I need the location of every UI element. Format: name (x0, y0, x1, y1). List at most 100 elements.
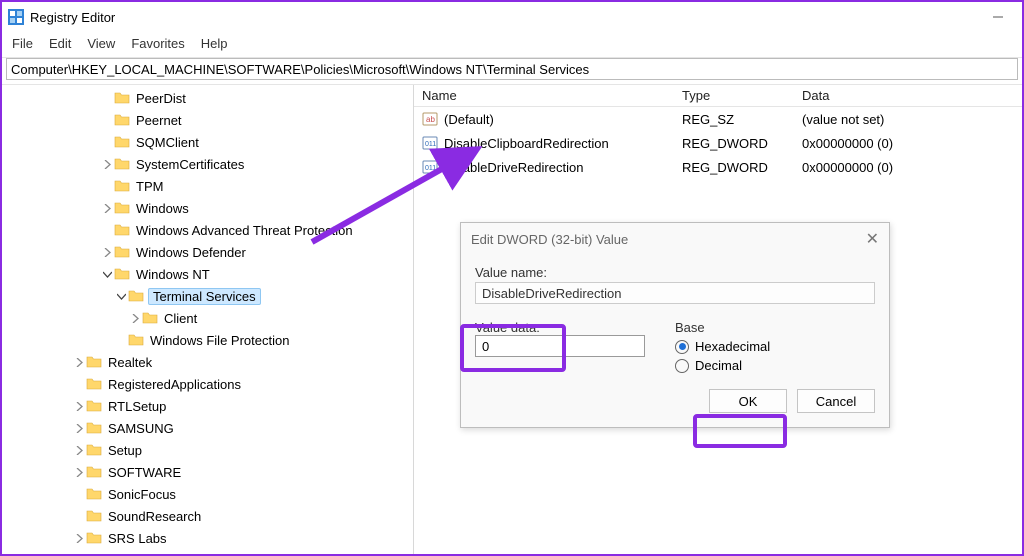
chevron-right-icon[interactable] (100, 245, 114, 259)
value-type: REG_DWORD (674, 136, 794, 151)
folder-icon (86, 552, 102, 554)
folder-icon (86, 530, 102, 546)
chevron-right-icon[interactable] (72, 399, 86, 413)
column-data[interactable]: Data (794, 88, 1022, 103)
folder-icon (86, 354, 102, 370)
chevron-down-icon[interactable] (100, 267, 114, 281)
value-name-field: DisableDriveRedirection (475, 282, 875, 304)
menu-help[interactable]: Help (195, 34, 238, 53)
tree-item[interactable]: SAMSUNG (2, 417, 413, 439)
tree-item-label: Terminal Services (148, 288, 261, 305)
tree-item-label: Windows File Protection (148, 333, 291, 348)
tree-item[interactable]: Windows (2, 197, 413, 219)
tree-item[interactable]: SoundResearch (2, 505, 413, 527)
folder-icon (114, 112, 130, 128)
radio-hex-row[interactable]: Hexadecimal (675, 339, 875, 354)
tree-item[interactable]: Windows Advanced Threat Protection (2, 219, 413, 241)
tree-item[interactable]: PeerDist (2, 87, 413, 109)
value-data-input[interactable] (475, 335, 645, 357)
tree-item[interactable]: Peernet (2, 109, 413, 131)
value-data-label: Value data: (475, 320, 655, 335)
chevron-right-icon[interactable] (100, 157, 114, 171)
chevron-right-icon[interactable] (72, 531, 86, 545)
minimize-button[interactable] (980, 6, 1016, 28)
values-body: ab(Default)REG_SZ(value not set)011Disab… (414, 107, 1022, 179)
tree-item[interactable]: TPM (2, 175, 413, 197)
tree-item[interactable]: RTLSetup (2, 395, 413, 417)
svg-text:011: 011 (425, 165, 436, 172)
tree-item[interactable]: Realtek (2, 351, 413, 373)
menu-favorites[interactable]: Favorites (125, 34, 194, 53)
tree-item[interactable]: Client (2, 307, 413, 329)
folder-icon (114, 90, 130, 106)
twisty-none (100, 91, 114, 105)
reg-dword-icon: 011 (422, 135, 438, 151)
value-data: 0x00000000 (0) (794, 160, 1022, 175)
chevron-right-icon[interactable] (100, 201, 114, 215)
value-row[interactable]: 011DisableClipboardRedirectionREG_DWORD0… (414, 131, 1022, 155)
folder-icon (114, 200, 130, 216)
menubar: File Edit View Favorites Help (2, 32, 1022, 58)
tree-item[interactable]: Synaptics (2, 549, 413, 554)
chevron-right-icon[interactable] (72, 553, 86, 554)
menu-file[interactable]: File (6, 34, 43, 53)
tree-item[interactable]: SRS Labs (2, 527, 413, 549)
tree-item-label: Synaptics (106, 553, 166, 555)
dialog-title: Edit DWORD (32-bit) Value (471, 232, 628, 247)
chevron-right-icon[interactable] (72, 355, 86, 369)
menu-view[interactable]: View (81, 34, 125, 53)
column-type[interactable]: Type (674, 88, 794, 103)
base-label: Base (675, 320, 875, 335)
tree-item[interactable]: Terminal Services (2, 285, 413, 307)
column-name[interactable]: Name (414, 88, 674, 103)
folder-icon (142, 310, 158, 326)
chevron-down-icon[interactable] (114, 289, 128, 303)
folder-icon (114, 222, 130, 238)
chevron-right-icon[interactable] (72, 421, 86, 435)
folder-icon (86, 464, 102, 480)
tree-item[interactable]: Setup (2, 439, 413, 461)
reg-sz-icon: ab (422, 111, 438, 127)
tree-item-label: Windows Defender (134, 245, 248, 260)
value-row[interactable]: ab(Default)REG_SZ(value not set) (414, 107, 1022, 131)
folder-icon (114, 178, 130, 194)
tree-item-label: SOFTWARE (106, 465, 183, 480)
radio-dec-row[interactable]: Decimal (675, 358, 875, 373)
tree-item[interactable]: SOFTWARE (2, 461, 413, 483)
twisty-none (72, 377, 86, 391)
value-type: REG_SZ (674, 112, 794, 127)
value-row[interactable]: 011DisableDriveRedirectionREG_DWORD0x000… (414, 155, 1022, 179)
radio-hex[interactable] (675, 340, 689, 354)
tree-item[interactable]: RegisteredApplications (2, 373, 413, 395)
radio-dec[interactable] (675, 359, 689, 373)
folder-icon (86, 486, 102, 502)
address-input[interactable] (6, 58, 1018, 80)
value-type: REG_DWORD (674, 160, 794, 175)
chevron-right-icon[interactable] (72, 443, 86, 457)
dialog-titlebar: Edit DWORD (32-bit) Value ✕ (461, 223, 889, 255)
tree-item-label: Peernet (134, 113, 184, 128)
chevron-right-icon[interactable] (128, 311, 142, 325)
tree-item-label: SAMSUNG (106, 421, 176, 436)
tree-panel[interactable]: PeerDist Peernet SQMClientSystemCertificat… (2, 85, 414, 554)
tree-item[interactable]: Windows Defender (2, 241, 413, 263)
menu-edit[interactable]: Edit (43, 34, 81, 53)
folder-icon (114, 244, 130, 260)
folder-icon (114, 156, 130, 172)
tree-item-label: Windows NT (134, 267, 212, 282)
close-icon[interactable]: ✕ (866, 229, 879, 249)
folder-icon (128, 332, 144, 348)
folder-icon (128, 288, 144, 304)
tree-item[interactable]: SQMClient (2, 131, 413, 153)
tree-item-label: Setup (106, 443, 144, 458)
tree-item[interactable]: Windows NT (2, 263, 413, 285)
tree-item[interactable]: SystemCertificates (2, 153, 413, 175)
folder-icon (114, 266, 130, 282)
twisty-none (72, 487, 86, 501)
cancel-button[interactable]: Cancel (797, 389, 875, 413)
value-name: (Default) (444, 112, 494, 127)
chevron-right-icon[interactable] (72, 465, 86, 479)
tree-item[interactable]: Windows File Protection (2, 329, 413, 351)
ok-button[interactable]: OK (709, 389, 787, 413)
tree-item[interactable]: SonicFocus (2, 483, 413, 505)
